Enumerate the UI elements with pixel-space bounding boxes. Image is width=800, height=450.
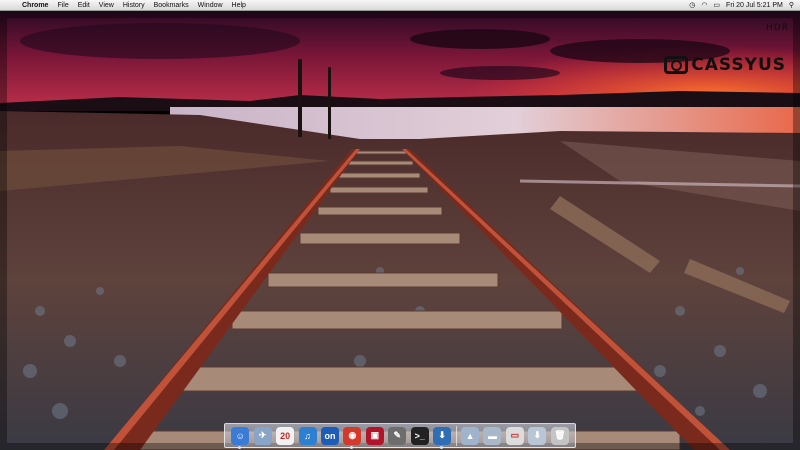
dock: ☺ ✈ 20 ♫ on ◉ ▣ ✎ >_ ⬇ ▲ ▬ ▭ ⬇ 🗑 [224,423,576,449]
on-app-glyph: on [324,430,336,441]
chrome-glyph: ◉ [348,430,357,440]
finder-glyph: ☺ [235,430,245,441]
desktop-wallpaper [0,11,800,450]
applications-folder-icon[interactable]: ▲ [461,426,480,445]
on-app-icon[interactable]: on [320,426,339,445]
downloads-folder-icon[interactable]: ⬇ [528,426,547,445]
screen-sharing-icon[interactable]: ▭ [505,426,524,445]
status-area: ◷ ◠ ▭ Fri 20 Jul 5:21 PM ⚲ [689,1,794,10]
mail-icon[interactable]: ✈ [253,426,272,445]
desktop: HDR CASSYUS [0,11,800,450]
dock-separator [455,425,457,446]
wifi-icon[interactable]: ◠ [701,1,707,9]
menu-edit[interactable]: Edit [78,2,90,9]
running-indicator [238,445,242,449]
spotlight-icon[interactable]: ⚲ [789,1,794,9]
downloads-folder-glyph: ⬇ [533,430,542,440]
menu-help[interactable]: Help [232,2,246,9]
utility-icon[interactable]: ✎ [388,426,407,445]
photo-booth-icon[interactable]: ▣ [365,426,384,445]
menu-history[interactable]: History [123,2,145,9]
ical-icon[interactable]: 20 [276,426,295,445]
wallpaper-watermark: HDR CASSYUS [664,23,788,75]
app-store-glyph: ⬇ [438,430,446,440]
utility-glyph: ✎ [393,430,402,440]
menu-bar: Chrome File Edit View History Bookmarks … [0,0,800,11]
battery-icon[interactable]: ▭ [713,1,720,9]
watermark-hdr-text: HDR [766,23,789,33]
photo-booth-glyph: ▣ [370,430,380,440]
menu-view[interactable]: View [99,2,114,9]
menu-file[interactable]: File [57,2,68,9]
finder-icon[interactable]: ☺ [231,426,250,449]
itunes-glyph: ♫ [304,430,311,441]
documents-folder-glyph: ▬ [487,430,497,441]
trash-icon[interactable]: 🗑 [550,426,569,445]
menu-window[interactable]: Window [198,2,223,9]
mail-glyph: ✈ [258,430,267,440]
watermark-brand-text: CASSYUS [691,55,786,75]
ical-glyph: 20 [280,430,291,441]
menu-app-name[interactable]: Chrome [22,2,48,9]
itunes-icon[interactable]: ♫ [298,426,317,445]
menu-bookmarks[interactable]: Bookmarks [154,2,189,9]
menu-clock[interactable]: Fri 20 Jul 5:21 PM [726,2,783,9]
documents-folder-icon[interactable]: ▬ [483,426,502,445]
applications-folder-glyph: ▲ [465,430,475,441]
terminal-glyph: >_ [414,430,425,441]
trash-glyph: 🗑 [554,430,566,440]
camera-logo-icon [664,56,689,74]
terminal-icon[interactable]: >_ [410,426,429,445]
chrome-icon[interactable]: ◉ [343,426,362,449]
app-store-icon[interactable]: ⬇ [433,426,452,449]
time-machine-icon[interactable]: ◷ [689,1,695,9]
screen-sharing-glyph: ▭ [510,430,520,440]
running-indicator [440,445,444,449]
